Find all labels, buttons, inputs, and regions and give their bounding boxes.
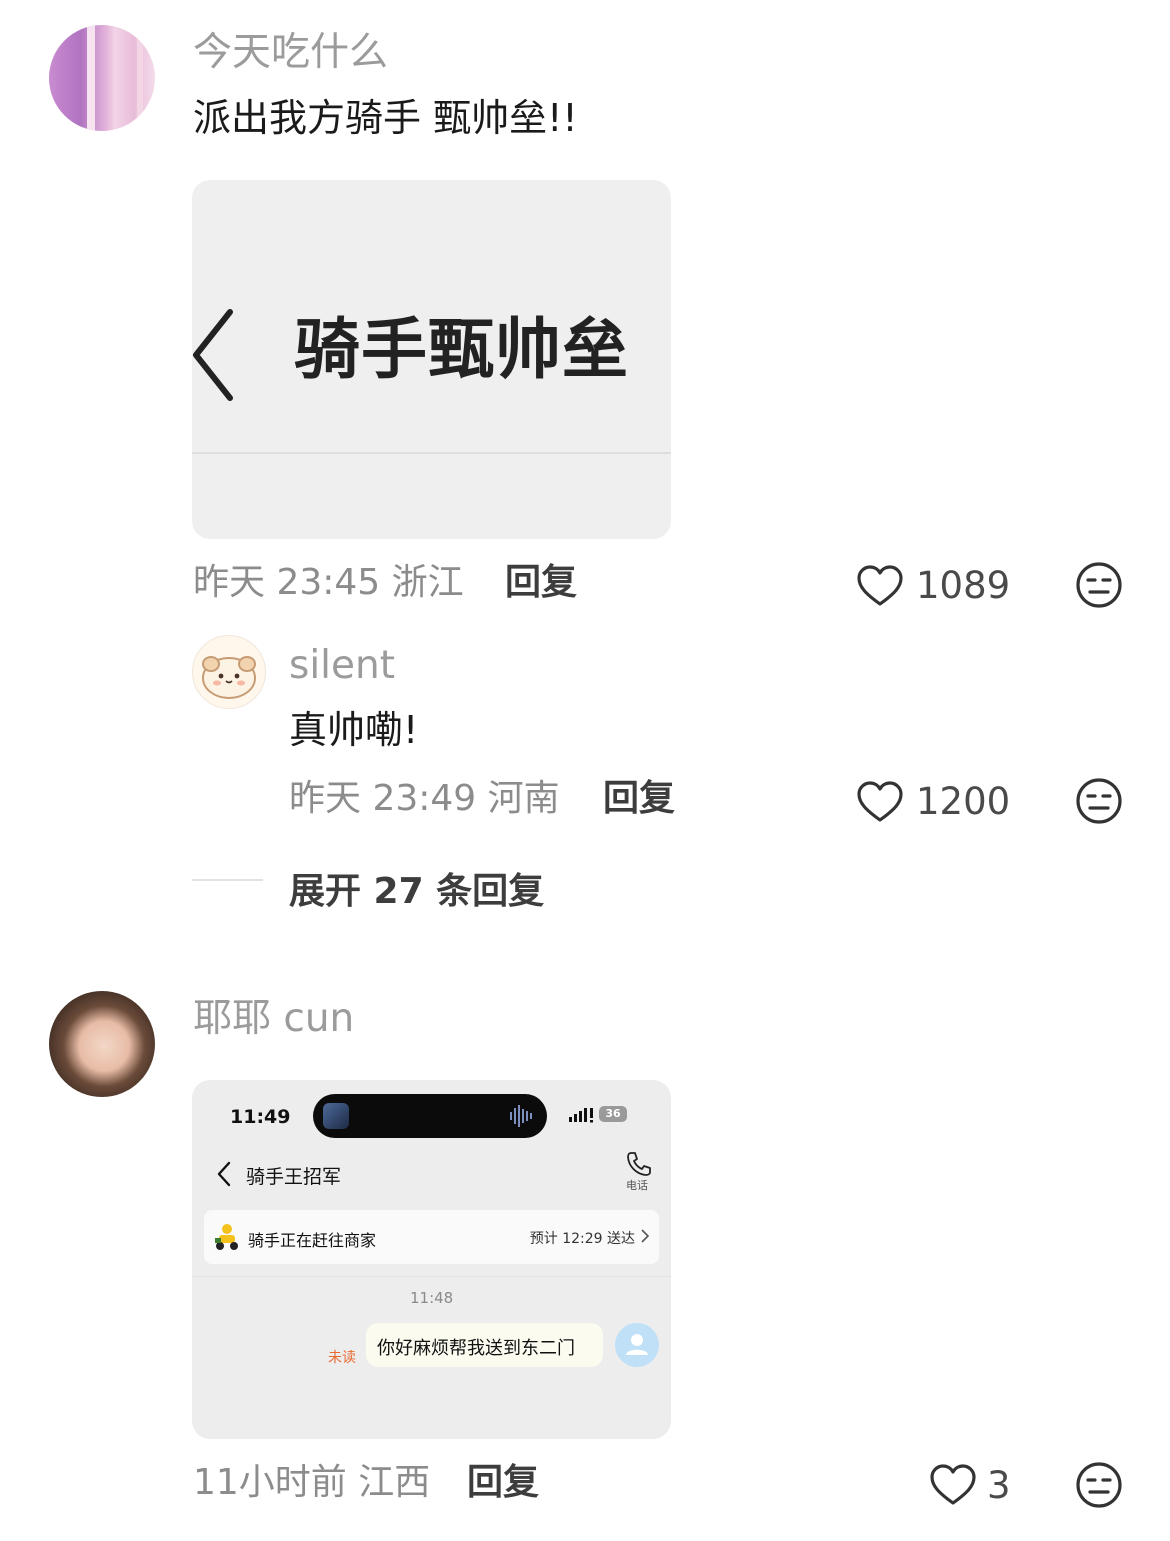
comment-image[interactable]: 骑手甄帅垒 xyxy=(192,180,671,539)
like-count: 1089 xyxy=(916,564,1011,607)
delivery-status-row: 骑手正在赶往商家 预计 12:29 送达 xyxy=(204,1210,659,1264)
comment-image[interactable]: 11:49 36 骑手王招军 电话 骑手正在赶往商家 预计 12:29 送达 1… xyxy=(192,1080,671,1439)
message-time: 11:48 xyxy=(410,1289,454,1307)
avatar-user-reply[interactable] xyxy=(192,635,266,709)
chevron-right-icon xyxy=(641,1229,649,1243)
comment-username[interactable]: 今天吃什么 xyxy=(193,33,388,72)
expressionless-face-icon[interactable] xyxy=(1075,777,1123,825)
rider-status: 骑手正在赶往商家 xyxy=(248,1231,377,1250)
heart-icon[interactable] xyxy=(856,780,904,824)
comment-time: 昨天 23:45 xyxy=(193,562,381,603)
divider xyxy=(192,1276,671,1277)
comment-username[interactable]: 耶耶 cun xyxy=(193,999,354,1038)
message-bubble: 你好麻烦帮我送到东二门 xyxy=(366,1323,603,1367)
reply-location: 河南 xyxy=(487,778,560,819)
divider xyxy=(192,879,263,881)
battery-level: 36 xyxy=(599,1106,627,1122)
comment-time: 11小时前 xyxy=(193,1462,347,1503)
reply-button[interactable]: 回复 xyxy=(603,781,675,817)
like-count: 3 xyxy=(987,1464,1011,1507)
message-text: 你好麻烦帮我送到东二门 xyxy=(377,1338,575,1359)
comment-location: 江西 xyxy=(358,1462,431,1503)
expressionless-face-icon[interactable] xyxy=(1075,1461,1123,1509)
like-count: 1200 xyxy=(916,780,1011,823)
chat-title: 骑手王招军 xyxy=(246,1166,342,1188)
expand-replies-button[interactable]: 展开 27 条回复 xyxy=(289,862,544,914)
phone-icon xyxy=(627,1152,651,1176)
call-label: 电话 xyxy=(626,1179,648,1192)
divider xyxy=(192,452,671,454)
expressionless-face-icon[interactable] xyxy=(1075,561,1123,609)
image-title-text: 骑手甄帅垒 xyxy=(294,311,629,388)
avatar-user-2[interactable] xyxy=(49,991,155,1097)
status-bar-time: 11:49 xyxy=(230,1106,291,1128)
reply-timestamp: 昨天 23:49 河南 xyxy=(289,781,560,817)
dynamic-island xyxy=(313,1094,547,1138)
avatar-user-1[interactable] xyxy=(49,25,155,131)
avatar-decoration xyxy=(137,25,143,131)
album-art-icon xyxy=(323,1103,349,1129)
reply-text: 真帅嘞! xyxy=(289,708,419,752)
unread-label: 未读 xyxy=(328,1350,356,1366)
signal-icon xyxy=(569,1108,593,1123)
reply-time: 昨天 23:49 xyxy=(289,778,477,819)
reply-button[interactable]: 回复 xyxy=(467,1465,539,1501)
comment-location: 浙江 xyxy=(391,562,464,603)
audio-wave-icon xyxy=(510,1105,532,1127)
eta-text: 预计 12:29 送达 xyxy=(529,1231,635,1247)
comment-timestamp: 昨天 23:45 浙江 xyxy=(193,565,464,601)
comment-timestamp: 11小时前 江西 xyxy=(193,1465,430,1501)
rider-icon xyxy=(215,1224,238,1250)
heart-icon[interactable] xyxy=(929,1463,977,1507)
user-avatar-icon xyxy=(615,1323,659,1367)
reply-username[interactable]: silent xyxy=(289,646,395,685)
chevron-left-icon xyxy=(217,1161,231,1187)
heart-icon[interactable] xyxy=(856,564,904,608)
avatar-decoration xyxy=(87,25,95,131)
comment-text: 派出我方骑手 甄帅垒!! xyxy=(193,96,578,140)
bear-icon xyxy=(202,656,256,699)
reply-button[interactable]: 回复 xyxy=(505,565,577,601)
chevron-left-icon xyxy=(193,309,233,401)
